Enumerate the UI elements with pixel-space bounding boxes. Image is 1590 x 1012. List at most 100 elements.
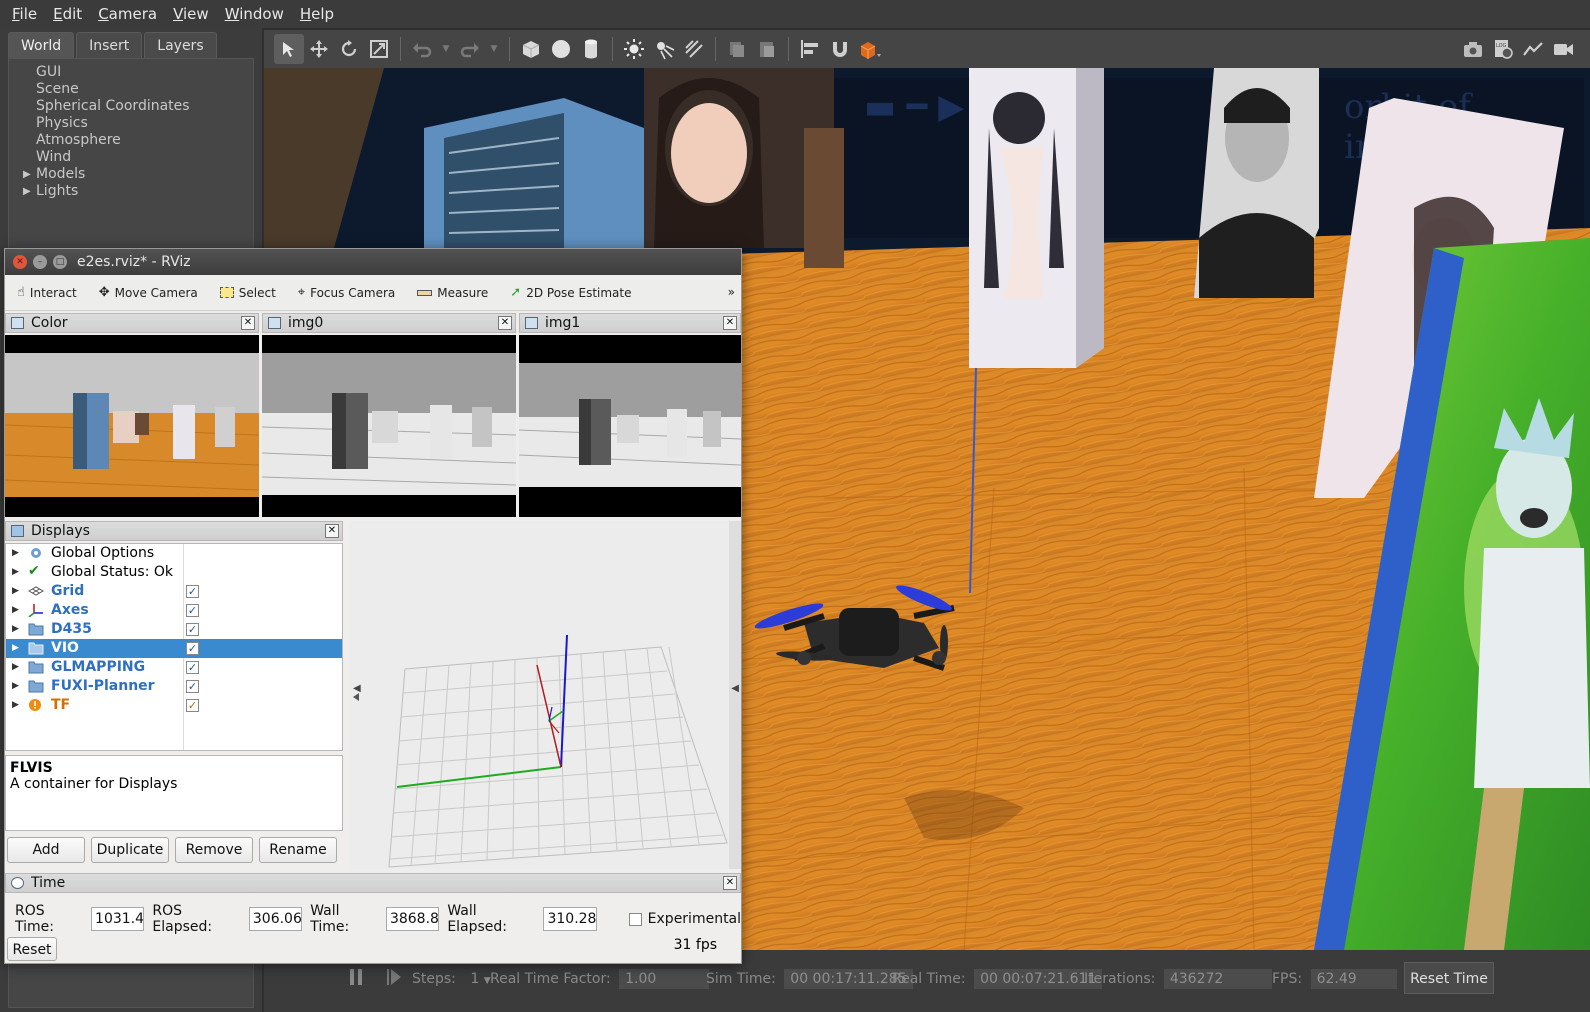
menu-help[interactable]: Help [292,5,342,23]
close-icon[interactable]: ✕ [498,316,512,330]
expand-arrow-icon[interactable]: ▶ [12,563,19,582]
close-icon[interactable]: ✕ [723,316,737,330]
step-button[interactable] [386,968,402,990]
align-icon[interactable] [795,34,825,64]
collapse-left-icon[interactable]: ◀ [353,683,361,694]
close-icon[interactable]: ✕ [325,524,339,538]
display-checkbox[interactable]: ✓ [186,623,199,636]
display-row-vio[interactable]: ▶ VIO ✓ [6,639,342,658]
rename-button[interactable]: Rename [259,837,337,863]
plot-icon[interactable] [1518,34,1548,64]
more-tools-icon[interactable]: » [728,285,735,299]
redo-icon[interactable] [455,34,485,64]
display-row-tf[interactable]: ▶ TF ✓ [6,696,342,715]
display-row-axes[interactable]: ▶ Axes ✓ [6,601,342,620]
wall-elapsed-field[interactable]: 310.28 [543,907,597,931]
pose-estimate-tool[interactable]: ➚ 2D Pose Estimate [510,285,631,300]
undo-dropdown-icon[interactable]: ▼ [437,34,455,64]
display-checkbox[interactable]: ✓ [186,604,199,617]
scale-mode-icon[interactable] [364,34,394,64]
tree-item-spherical-coordinates[interactable]: Spherical Coordinates [9,98,253,115]
point-light-icon[interactable] [619,34,649,64]
measure-tool[interactable]: Measure [417,286,488,300]
copy-icon[interactable] [722,34,752,64]
log-icon[interactable]: LOG [1488,34,1518,64]
tab-layers[interactable]: Layers [144,32,217,58]
expand-arrow-icon[interactable]: ▶ [12,582,19,601]
expand-arrow-icon[interactable]: ▶ [23,183,31,200]
video-record-icon[interactable] [1548,34,1578,64]
undo-icon[interactable] [407,34,437,64]
tree-item-scene[interactable]: Scene [9,81,253,98]
display-row-global-options[interactable]: ▶ Global Options [6,544,342,563]
menu-edit[interactable]: Edit [45,5,90,23]
steps-value[interactable]: 1 [470,971,479,987]
collapse-right-icon[interactable]: ◀ [731,683,739,694]
tab-world[interactable]: World [8,32,75,58]
display-row-fuxi-planner[interactable]: ▶ FUXI-Planner ✓ [6,677,342,696]
display-checkbox[interactable]: ✓ [186,642,199,655]
menu-view[interactable]: View [165,5,217,23]
tree-item-physics[interactable]: Physics [9,115,253,132]
steps-control: Steps: 1 ▼ [412,968,491,990]
tree-item-wind[interactable]: Wind [9,149,253,166]
minimize-icon[interactable]: – [33,255,47,269]
tree-item-lights[interactable]: ▶ Lights [9,183,253,200]
tab-insert[interactable]: Insert [76,32,143,58]
spot-light-icon[interactable] [649,34,679,64]
expand-arrow-icon[interactable]: ▶ [12,677,19,696]
close-icon[interactable]: ✕ [13,255,27,269]
select-mode-icon[interactable] [274,34,304,64]
ros-time-field[interactable]: 1031.44 [91,907,145,931]
close-icon[interactable]: ✕ [241,316,255,330]
add-button[interactable]: Add [7,837,85,863]
rviz-3d-view[interactable]: ◀ ◀ [349,521,741,869]
display-checkbox[interactable]: ✓ [186,680,199,693]
maximize-icon[interactable]: □ [53,255,67,269]
directional-light-icon[interactable] [679,34,709,64]
display-checkbox[interactable]: ✓ [186,661,199,674]
move-camera-tool[interactable]: ✥ Move Camera [99,285,198,300]
reset-time-button[interactable]: Reset Time [1404,962,1494,994]
translate-mode-icon[interactable] [304,34,334,64]
ros-elapsed-field[interactable]: 306.06 [248,907,303,931]
tree-item-models[interactable]: ▶ Models [9,166,253,183]
close-icon[interactable]: ✕ [723,876,737,890]
change-view-angle-icon[interactable] [855,34,885,64]
reset-button[interactable]: Reset [7,937,57,961]
expand-arrow-icon[interactable]: ▶ [12,620,19,639]
tree-item-gui[interactable]: GUI [9,64,253,81]
display-row-global-status[interactable]: ▶ ✔ Global Status: Ok [6,563,342,582]
redo-dropdown-icon[interactable]: ▼ [485,34,503,64]
paste-icon[interactable] [752,34,782,64]
snap-icon[interactable] [825,34,855,64]
duplicate-button[interactable]: Duplicate [91,837,169,863]
display-checkbox[interactable]: ✓ [186,699,199,712]
expand-arrow-icon[interactable]: ▶ [12,639,19,658]
expand-arrow-icon[interactable]: ▶ [12,696,19,715]
display-row-grid[interactable]: ▶ Grid ✓ [6,582,342,601]
wall-time-field[interactable]: 3868.86 [385,907,440,931]
expand-arrow-icon[interactable]: ▶ [12,544,19,563]
interact-tool[interactable]: ☝ Interact [17,285,77,300]
menu-camera[interactable]: Camera [90,5,165,23]
rotate-mode-icon[interactable] [334,34,364,64]
display-row-d435[interactable]: ▶ D435 ✓ [6,620,342,639]
display-checkbox[interactable]: ✓ [186,585,199,598]
focus-camera-tool[interactable]: ⌖ Focus Camera [298,285,396,300]
menu-file[interactable]: File [4,5,45,23]
expand-arrow-icon[interactable]: ▶ [12,601,19,620]
sphere-shape-icon[interactable] [546,34,576,64]
pause-button[interactable] [348,968,364,990]
menu-window[interactable]: Window [217,5,292,23]
expand-arrow-icon[interactable]: ▶ [23,166,31,183]
box-shape-icon[interactable] [516,34,546,64]
remove-button[interactable]: Remove [175,837,253,863]
cylinder-shape-icon[interactable] [576,34,606,64]
expand-arrow-icon[interactable]: ▶ [12,658,19,677]
tree-item-atmosphere[interactable]: Atmosphere [9,132,253,149]
display-row-glmapping[interactable]: ▶ GLMAPPING ✓ [6,658,342,677]
experimental-checkbox[interactable] [628,912,642,926]
screenshot-icon[interactable] [1458,34,1488,64]
select-tool[interactable]: Select [219,286,276,300]
